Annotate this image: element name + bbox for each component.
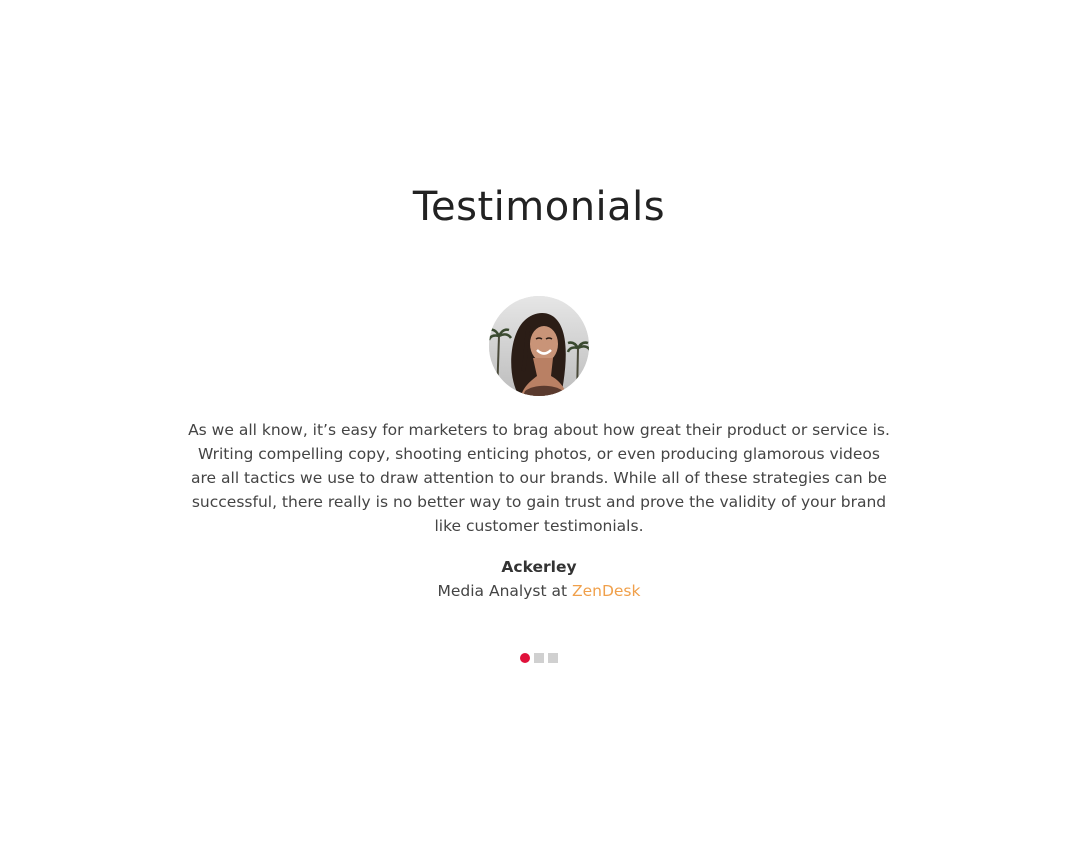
author-name: Ackerley: [501, 558, 577, 576]
avatar: [489, 296, 589, 396]
company-link[interactable]: ZenDesk: [572, 582, 641, 600]
carousel-pagination: [0, 653, 1078, 663]
section-title: Testimonials: [412, 184, 666, 230]
avatar-photo: [489, 296, 589, 396]
carousel-dot-2[interactable]: [534, 653, 544, 663]
author-role: Media Analyst at ZenDesk: [0, 579, 1078, 603]
carousel-dot-1[interactable]: [520, 653, 530, 663]
testimonials-section: Testimonials As we all know, it’s easy f…: [0, 0, 1078, 853]
testimonial-quote: As we all know, it’s easy for marketers …: [188, 421, 890, 535]
author-role-label: Media Analyst at: [437, 582, 572, 600]
carousel-dot-3[interactable]: [548, 653, 558, 663]
